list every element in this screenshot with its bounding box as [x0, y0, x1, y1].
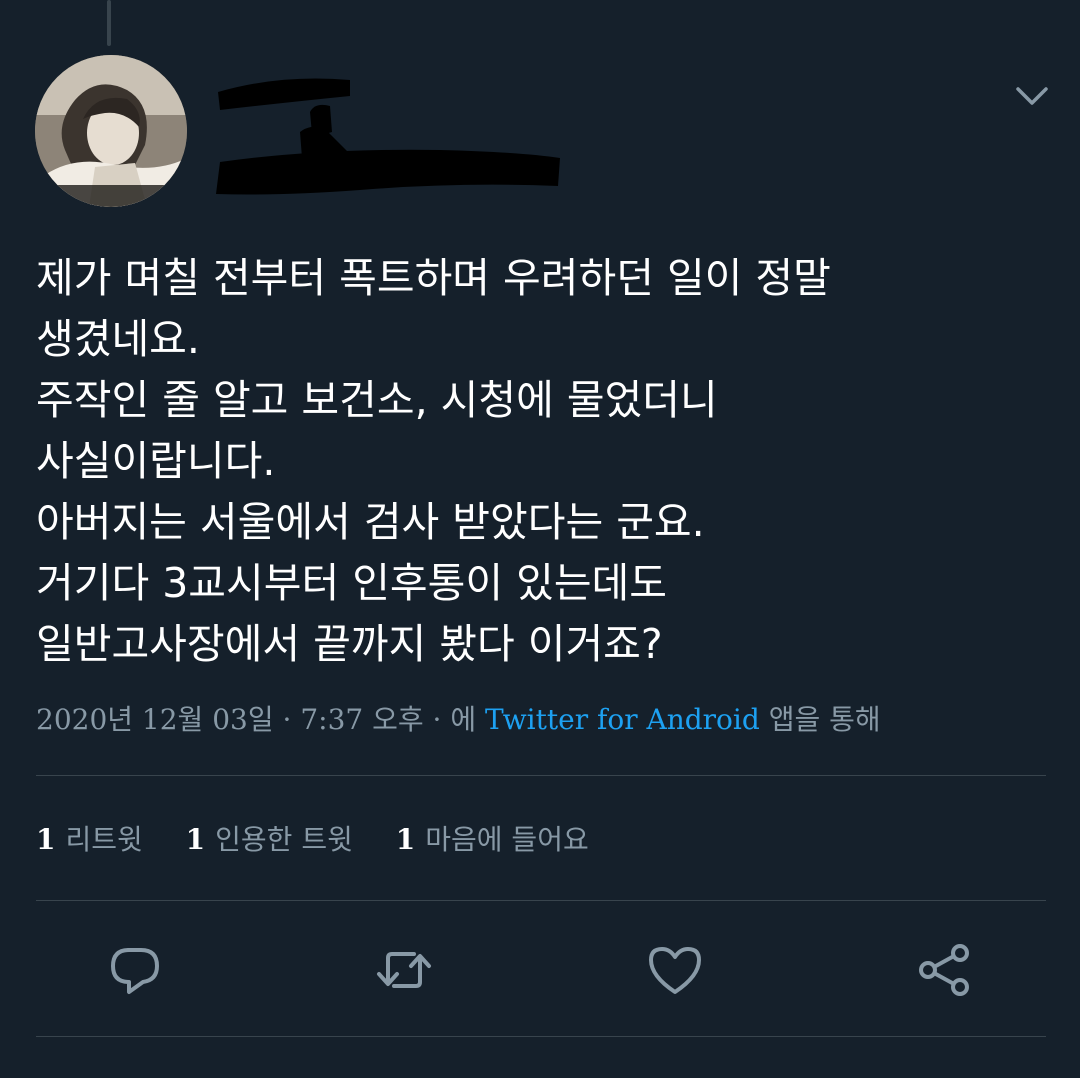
retweet-button[interactable] — [374, 940, 434, 1000]
meta-separator: · — [432, 703, 442, 736]
divider — [36, 1036, 1046, 1037]
source-prefix: 에 — [450, 703, 477, 736]
meta-separator: · — [282, 703, 292, 736]
source-link[interactable]: Twitter for Android — [485, 703, 760, 736]
retweet-icon — [377, 952, 431, 988]
retweet-count-label: 리트윗 — [65, 823, 143, 856]
divider — [36, 775, 1046, 776]
tweet-date[interactable]: 2020년 12월 03일 — [36, 703, 274, 736]
tweet-menu-button[interactable] — [1012, 80, 1052, 112]
reply-icon — [111, 948, 159, 994]
tweet-metadata: 2020년 12월 03일 · 7:37 오후 · 에 Twitter for … — [36, 700, 881, 740]
like-count-number: 1 — [395, 823, 416, 856]
avatar[interactable] — [35, 55, 187, 207]
share-icon — [919, 944, 969, 996]
like-button[interactable] — [645, 940, 705, 1000]
retweet-count[interactable]: 1 리트윗 — [36, 818, 143, 862]
heart-icon — [649, 947, 701, 994]
divider — [36, 900, 1046, 901]
tweet-body: 제가 며칠 전부터 폭트하며 우려하던 일이 정말 생겼네요. 주작인 줄 알고… — [36, 248, 1046, 675]
tweet-time[interactable]: 7:37 오후 — [300, 703, 423, 736]
tweet-text-line: 주작인 줄 알고 보건소, 시청에 물었더니 — [36, 376, 718, 424]
redacted-display-name — [200, 62, 570, 202]
thread-connector-line — [107, 0, 111, 46]
tweet-text-line: 일반고사장에서 끝까지 봤다 이거죠? — [36, 620, 663, 668]
reply-button[interactable] — [105, 940, 165, 1000]
engagement-stats: 1 리트윗 1 인용한 트윗 1 마음에 들어요 — [36, 818, 623, 862]
tweet-text-line: 아버지는 서울에서 검사 받았다는 군요. — [36, 498, 705, 546]
quote-count-number: 1 — [185, 823, 206, 856]
retweet-count-number: 1 — [36, 823, 56, 856]
share-button[interactable] — [914, 940, 974, 1000]
quote-tweet-count[interactable]: 1 인용한 트윗 — [186, 818, 353, 862]
like-count[interactable]: 1 마음에 들어요 — [396, 818, 589, 862]
like-count-label: 마음에 들어요 — [425, 823, 589, 856]
source-suffix: 앱을 통해 — [768, 703, 881, 736]
tweet-text-line: 사실이랍니다. — [36, 437, 276, 485]
tweet-text-line: 생겼네요. — [36, 315, 200, 363]
avatar-photo — [35, 55, 187, 207]
chevron-down-icon — [1016, 87, 1048, 105]
tweet-text-line: 제가 며칠 전부터 폭트하며 우려하던 일이 정말 — [36, 254, 831, 302]
quote-count-label: 인용한 트윗 — [215, 823, 353, 856]
tweet-text-line: 거기다 3교시부터 인후통이 있는데도 — [36, 559, 667, 607]
